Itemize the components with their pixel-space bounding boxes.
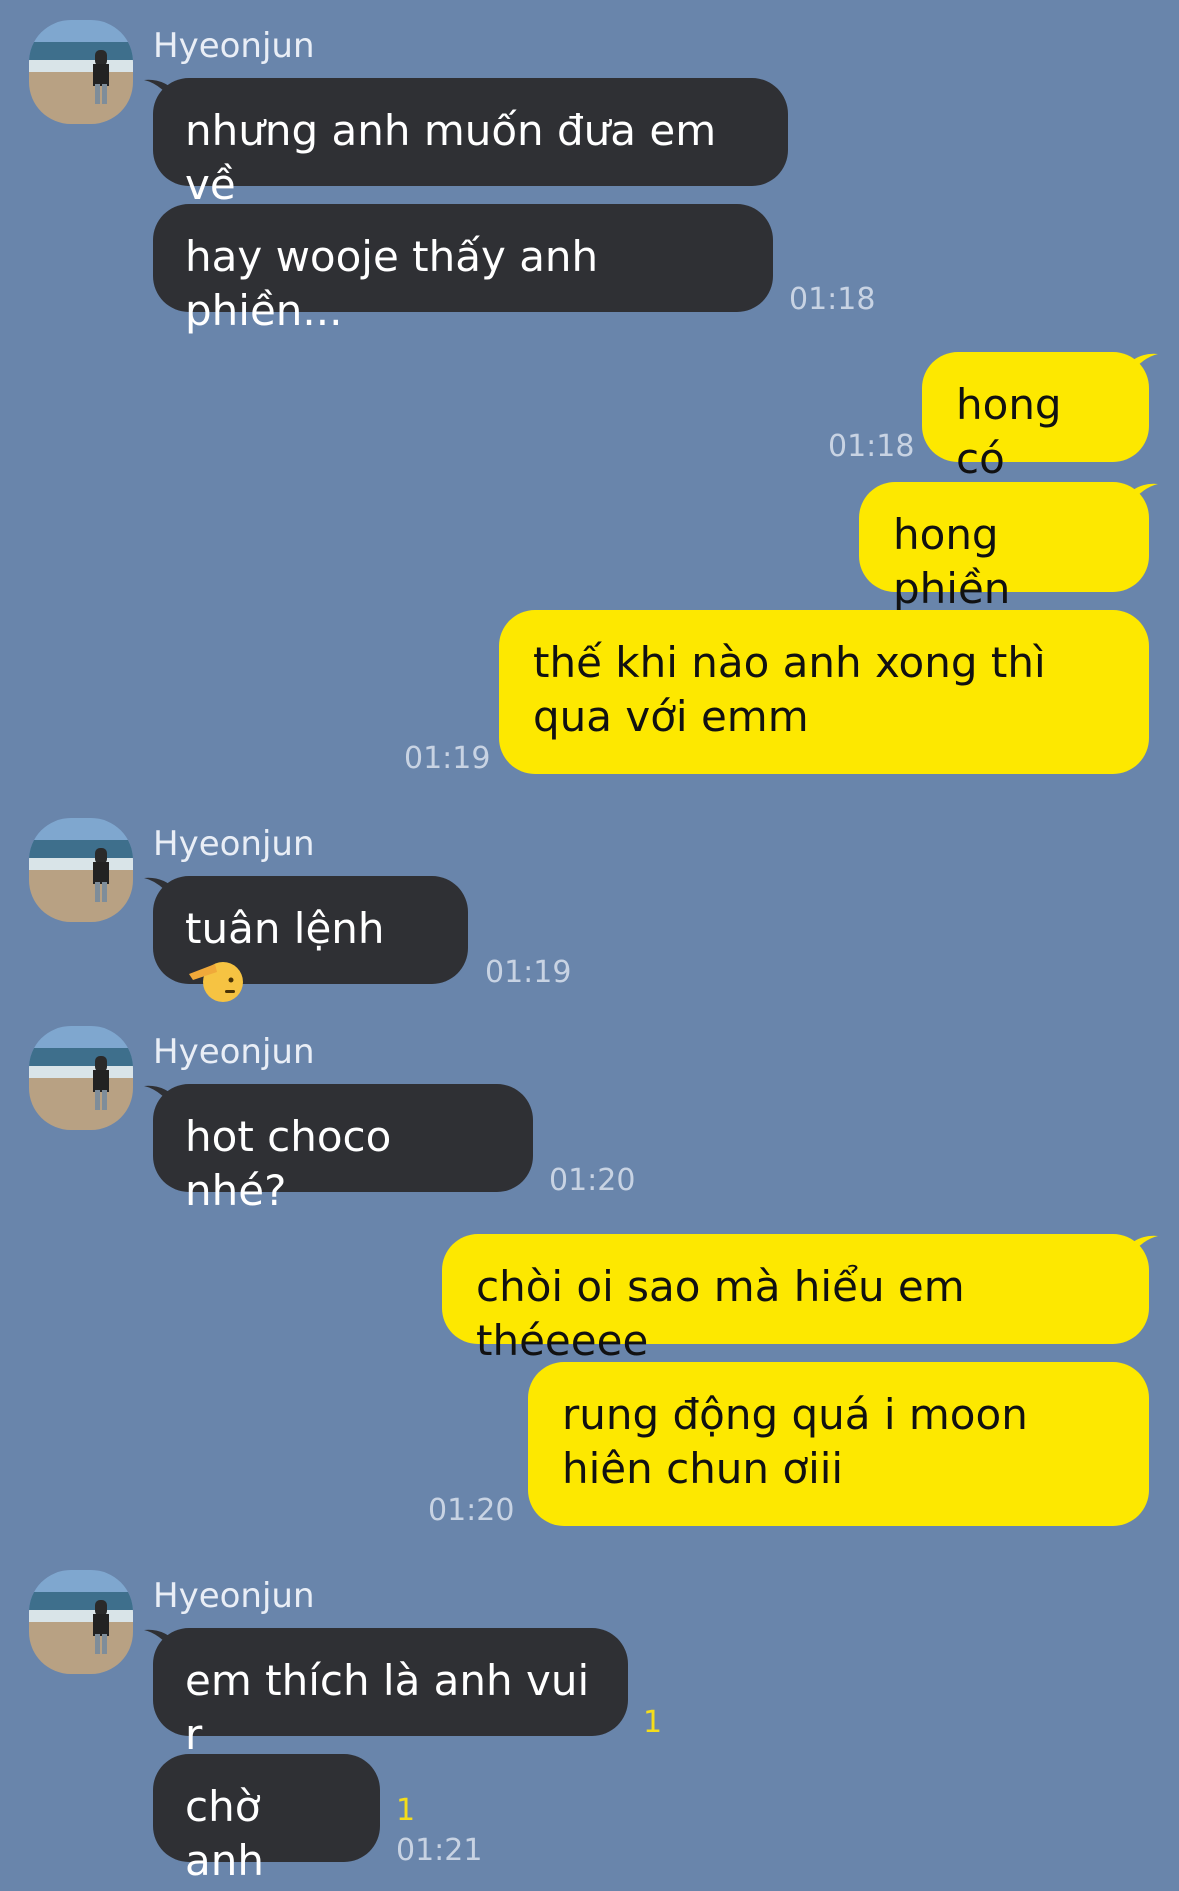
bubble-tail-icon — [1124, 353, 1158, 382]
message-text: rung động quá i moon hiên chun ơiii — [562, 1390, 1028, 1493]
message-bubble[interactable]: hong có — [922, 352, 1149, 483]
message-bubble[interactable]: hay wooje thấy anh phiền... — [153, 204, 773, 335]
message-text: hong có — [956, 380, 1062, 483]
timestamp: 01:18 — [789, 282, 876, 317]
message-text: nhưng anh muốn đưa em về — [185, 106, 717, 209]
message-bubble[interactable]: chờ anh — [153, 1754, 380, 1885]
bubble-tail-icon — [144, 79, 178, 108]
message-text: hay wooje thấy anh phiền... — [185, 232, 599, 335]
bubble-tail-icon — [144, 1629, 178, 1658]
message-bubble[interactable]: chòi oi sao mà hiểu em théeeee — [442, 1234, 1149, 1365]
message-bubble[interactable]: hot choco nhé? — [153, 1084, 533, 1215]
sender-name: Hyeonjun — [153, 26, 315, 66]
avatar[interactable] — [29, 20, 133, 124]
avatar[interactable] — [29, 1570, 133, 1674]
unread-count: 1 — [396, 1793, 416, 1828]
message-bubble[interactable]: tuân lệnh — [153, 876, 468, 1002]
sender-name: Hyeonjun — [153, 1576, 315, 1616]
message-text: hot choco nhé? — [185, 1112, 392, 1215]
unread-count: 1 — [643, 1705, 663, 1740]
bubble-tail-icon — [1124, 483, 1158, 512]
bubble-tail-icon — [1124, 1235, 1158, 1264]
message-bubble[interactable]: thế khi nào anh xong thì qua với emm — [499, 610, 1149, 774]
message-bubble[interactable]: hong phiền — [859, 482, 1149, 613]
saluting-face-emoji — [187, 956, 245, 1019]
avatar[interactable] — [29, 818, 133, 922]
message-text: tuân lệnh — [185, 904, 385, 953]
bubble-tail-icon — [144, 877, 178, 906]
timestamp: 01:20 — [428, 1493, 515, 1528]
message-text: thế khi nào anh xong thì qua với emm — [533, 638, 1046, 741]
message-bubble[interactable]: rung động quá i moon hiên chun ơiii — [528, 1362, 1149, 1526]
message-bubble[interactable]: em thích là anh vui r — [153, 1628, 628, 1759]
timestamp: 01:18 — [828, 429, 915, 464]
message-text: hong phiền — [893, 510, 1011, 613]
sender-name: Hyeonjun — [153, 824, 315, 864]
message-text: chòi oi sao mà hiểu em théeeee — [476, 1262, 965, 1365]
timestamp: 01:19 — [404, 741, 491, 776]
avatar[interactable] — [29, 1026, 133, 1130]
message-text: em thích là anh vui r — [185, 1656, 590, 1759]
timestamp: 01:20 — [549, 1163, 636, 1198]
timestamp: 01:19 — [485, 955, 572, 990]
message-text: chờ anh — [185, 1782, 264, 1885]
message-bubble[interactable]: nhưng anh muốn đưa em về — [153, 78, 788, 209]
timestamp: 01:21 — [396, 1833, 483, 1868]
sender-name: Hyeonjun — [153, 1032, 315, 1072]
bubble-tail-icon — [144, 1085, 178, 1114]
